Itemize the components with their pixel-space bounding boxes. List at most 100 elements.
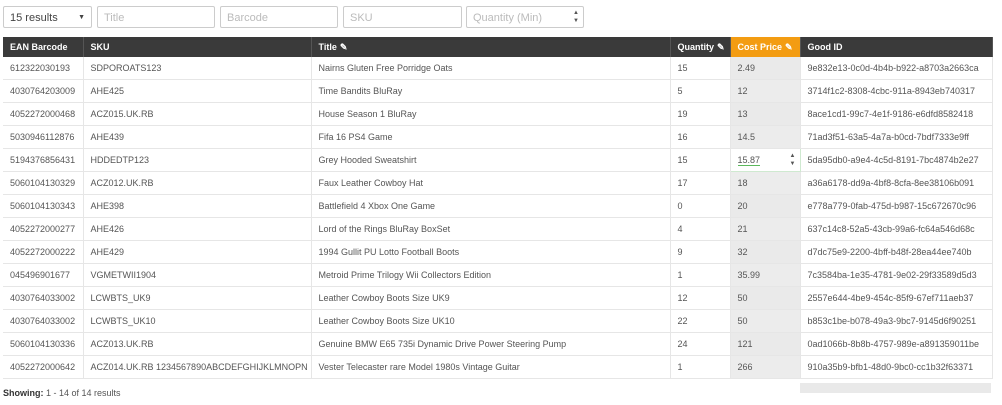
title-cell[interactable]: Lord of the Rings BluRay BoxSet: [311, 217, 671, 241]
quantity-cell[interactable]: 1: [670, 263, 731, 287]
column-header-good-id-label: Good ID: [807, 42, 843, 52]
quantity-cell[interactable]: 17: [670, 171, 731, 195]
title-filter-placeholder: Title: [104, 12, 125, 24]
cost-price-cell[interactable]: 50: [730, 309, 801, 333]
table-row[interactable]: 612322030193 SDPOROATS123 Nairns Gluten Fr…: [3, 57, 993, 80]
cost-price-cell[interactable]: 18: [730, 171, 801, 195]
table-row[interactable]: 4052272000468 ACZ015.UK.RB House Season 1 …: [3, 102, 993, 126]
cost-price-cell[interactable]: 266: [730, 355, 801, 379]
title-cell[interactable]: Battlefield 4 Xbox One Game: [311, 194, 671, 218]
title-cell[interactable]: Genuine BMW E65 735i Dynamic Drive Power…: [311, 332, 671, 356]
results-per-page-select[interactable]: 15 results ▼: [3, 6, 92, 28]
quantity-cell[interactable]: 12: [670, 286, 731, 310]
column-header-sku[interactable]: SKU: [83, 37, 312, 57]
good-id-cell: 3714f1c2-8308-4cbc-911a-8943eb740317: [800, 79, 993, 103]
sku-cell: LCWBTS_UK10: [83, 309, 312, 333]
cost-price-cell[interactable]: 20: [730, 194, 801, 218]
column-header-ean[interactable]: EAN Barcode: [3, 37, 84, 57]
spinner-arrows-icon[interactable]: ▲ ▼: [571, 9, 581, 25]
results-summary-label: Showing:: [3, 388, 44, 398]
table-row[interactable]: 4030764033002 LCWBTS_UK9 Leather Cowboy Bo…: [3, 286, 993, 310]
cost-price-cell[interactable]: 13: [730, 102, 801, 126]
table-row[interactable]: 5060104130343 AHE398 Battlefield 4 Xbox On…: [3, 194, 993, 218]
ean-cell: 5194376856431: [3, 148, 84, 172]
sku-filter-input[interactable]: SKU: [343, 6, 462, 28]
good-id-cell: 0ad1066b-8b8b-4757-989e-a891359011be: [800, 332, 993, 356]
cost-price-cell[interactable]: 50: [730, 286, 801, 310]
ean-cell: 4030764033002: [3, 286, 84, 310]
table-row[interactable]: 4030764033002 LCWBTS_UK10 Leather Cowboy B…: [3, 309, 993, 333]
title-cell[interactable]: Faux Leather Cowboy Hat: [311, 171, 671, 195]
quantity-cell[interactable]: 4: [670, 217, 731, 241]
table-row[interactable]: 5030946112876 AHE439 Fifa 16 PS4 Game 16 14.…: [3, 125, 993, 149]
title-cell[interactable]: Leather Cowboy Boots Size UK9: [311, 286, 671, 310]
title-cell[interactable]: Leather Cowboy Boots Size UK10: [311, 309, 671, 333]
cost-price-edit-input[interactable]: 15.87 ▲ ▼: [729, 148, 801, 172]
cost-price-cell[interactable]: 121: [730, 332, 801, 356]
quantity-cell[interactable]: 9: [670, 240, 731, 264]
table-row[interactable]: 4052272000222 AHE429 1994 Gullit PU Lotto …: [3, 240, 993, 264]
column-header-cost-price[interactable]: Cost Price ✎: [730, 37, 801, 57]
table-row[interactable]: 4052272000642 ACZ014.UK.RB 1234567890ABCD…: [3, 355, 993, 379]
sku-cell: LCWBTS_UK9: [83, 286, 312, 310]
column-header-good-id[interactable]: Good ID: [800, 37, 993, 57]
good-id-cell: 9e832e13-0c0d-4b4b-b922-a8703a2663ca: [800, 57, 993, 80]
table-row[interactable]: 5060104130336 ACZ013.UK.RB Genuine BMW E65…: [3, 332, 993, 356]
title-cell[interactable]: House Season 1 BluRay: [311, 102, 671, 126]
quantity-min-filter-input[interactable]: Quantity (Min) ▲ ▼: [466, 6, 584, 28]
results-summary: Showing: 1 - 14 of 14 results: [3, 388, 121, 398]
quantity-cell[interactable]: 15: [670, 57, 731, 80]
pencil-icon: ✎: [339, 41, 348, 52]
title-cell[interactable]: Vester Telecaster rare Model 1980s Vinta…: [311, 355, 671, 379]
quantity-cell[interactable]: 1: [670, 355, 731, 379]
column-header-quantity[interactable]: Quantity ✎: [670, 37, 731, 57]
quantity-cell[interactable]: 16: [670, 125, 731, 149]
table-row[interactable]: 4030764203009 AHE425 Time Bandits BluRay 5 1…: [3, 79, 993, 103]
sku-filter-placeholder: SKU: [350, 12, 373, 24]
title-cell[interactable]: Nairns Gluten Free Porridge Oats: [311, 57, 671, 80]
cost-price-cell[interactable]: 32: [730, 240, 801, 264]
table-row[interactable]: 4052272000277 AHE426 Lord of the Rings Blu…: [3, 217, 993, 241]
products-table: EAN Barcode SKU Title ✎ Quantity ✎ Cost Pr…: [3, 37, 993, 379]
table-header-row: EAN Barcode SKU Title ✎ Quantity ✎ Cost Pr…: [3, 37, 993, 57]
cost-price-cell[interactable]: 12: [730, 79, 801, 103]
ean-cell: 4052272000222: [3, 240, 84, 264]
column-header-title[interactable]: Title ✎: [311, 37, 671, 57]
results-summary-text: 1 - 14 of 14 results: [46, 388, 121, 398]
cost-price-cell[interactable]: 2.49: [730, 57, 801, 80]
column-header-sku-label: SKU: [90, 42, 110, 52]
ean-cell: 4052272000642: [3, 355, 84, 379]
title-cell[interactable]: Grey Hooded Sweatshirt: [311, 148, 671, 172]
quantity-cell[interactable]: 5: [670, 79, 731, 103]
quantity-cell[interactable]: 22: [670, 309, 731, 333]
results-per-page-value: 15 results: [10, 12, 58, 24]
title-cell[interactable]: Fifa 16 PS4 Game: [311, 125, 671, 149]
ean-cell: 5060104130336: [3, 332, 84, 356]
sku-cell: ACZ012.UK.RB: [83, 171, 312, 195]
title-cell[interactable]: Metroid Prime Trilogy Wii Collectors Edi…: [311, 263, 671, 287]
quantity-cell[interactable]: 24: [670, 332, 731, 356]
sku-cell: AHE425: [83, 79, 312, 103]
sku-cell: AHE426: [83, 217, 312, 241]
good-id-cell: 71ad3f51-63a5-4a7a-b0cd-7bdf7333e9ff: [800, 125, 993, 149]
quantity-cell[interactable]: 15: [670, 148, 731, 172]
title-cell[interactable]: Time Bandits BluRay: [311, 79, 671, 103]
ean-cell: 5030946112876: [3, 125, 84, 149]
quantity-cell[interactable]: 19: [670, 102, 731, 126]
title-cell[interactable]: 1994 Gullit PU Lotto Football Boots: [311, 240, 671, 264]
table-row[interactable]: 5194376856431 HDDEDTP123 Grey Hooded Sweat…: [3, 148, 993, 172]
quantity-cell[interactable]: 0: [670, 194, 731, 218]
table-row[interactable]: 045496901677 VGMETWII1904 Metroid Prime Tr…: [3, 263, 993, 287]
horizontal-scrollbar[interactable]: [800, 383, 991, 393]
cost-price-cell[interactable]: 21: [730, 217, 801, 241]
cost-price-cell[interactable]: 14.5: [730, 125, 801, 149]
ean-cell: 4052272000277: [3, 217, 84, 241]
column-header-cost-price-label: Cost Price: [737, 41, 783, 52]
spinner-arrows-icon[interactable]: ▲ ▼: [790, 152, 796, 168]
barcode-filter-input[interactable]: Barcode: [220, 6, 338, 28]
good-id-cell: 2557e644-4be9-454c-85f9-67ef711aeb37: [800, 286, 993, 310]
cost-price-cell[interactable]: 35.99: [730, 263, 801, 287]
table-row[interactable]: 5060104130329 ACZ012.UK.RB Faux Leather Co…: [3, 171, 993, 195]
title-filter-input[interactable]: Title: [97, 6, 215, 28]
ean-cell: 4052272000468: [3, 102, 84, 126]
